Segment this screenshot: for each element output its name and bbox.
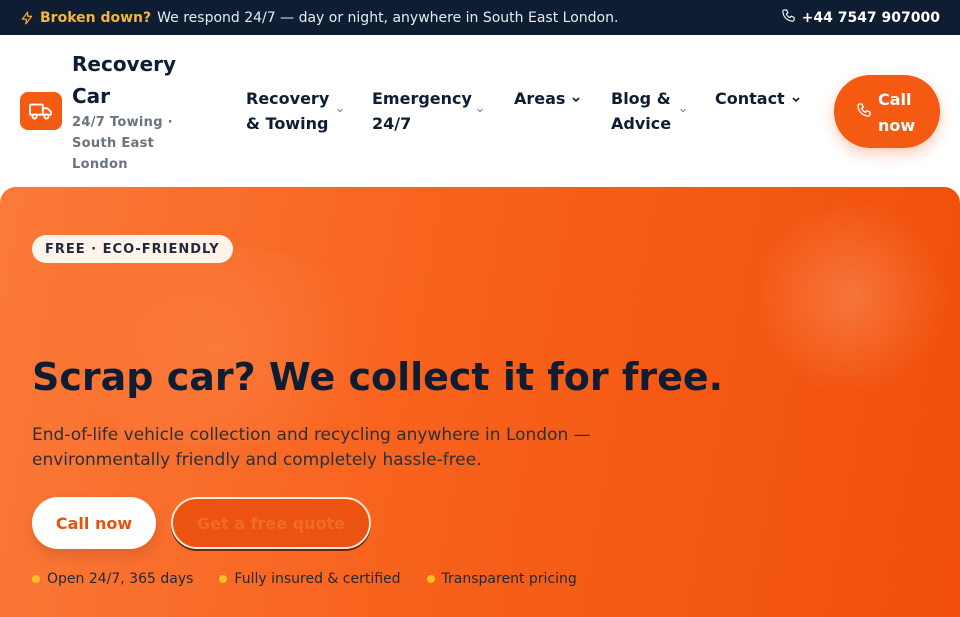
get-free-quote-button[interactable]: Get a free quote xyxy=(171,497,371,549)
brand-tagline: 24/7 Towing · South East London xyxy=(72,114,173,172)
header-call-label: Call now xyxy=(878,89,916,135)
feature-text: Fully insured & certified xyxy=(234,571,401,587)
phone-icon xyxy=(856,100,872,126)
hero-badge: FREE · ECO-FRIENDLY xyxy=(32,235,233,263)
dot-icon xyxy=(219,575,228,583)
dot-icon xyxy=(32,575,40,583)
hero-glow-decoration xyxy=(750,197,950,397)
feature-item: Fully insured & certified xyxy=(219,571,401,587)
topbar-message: Broken down? We respond 24/7 — day or ni… xyxy=(20,10,618,26)
nav-item-label: Areas xyxy=(514,89,566,108)
header-call-now-button[interactable]: Call now xyxy=(834,74,940,148)
chevron-down-icon xyxy=(336,106,346,116)
bolt-icon xyxy=(20,11,34,25)
chevron-down-icon xyxy=(476,106,486,116)
hero-subtitle: End-of-life vehicle collection and recyc… xyxy=(32,425,591,470)
nav-item-label: Recovery & Towing xyxy=(246,89,330,133)
hero-title: Scrap car? We collect it for free. xyxy=(32,355,724,399)
hero-section: FREE · ECO-FRIENDLY Scrap car? We collec… xyxy=(0,187,960,617)
nav-item-label: Contact xyxy=(715,89,785,108)
nav-item-emergency[interactable]: Emergency 24/7 xyxy=(372,86,514,136)
main-nav: Recovery & Towing Emergency 24/7 Areas B… xyxy=(246,86,815,136)
hero-features: Open 24/7, 365 days Fully insured & cert… xyxy=(32,571,577,587)
topbar-message-text: We respond 24/7 — day or night, anywhere… xyxy=(157,9,619,26)
nav-item-recovery-towing[interactable]: Recovery & Towing xyxy=(246,86,372,136)
chevron-down-icon xyxy=(791,94,801,104)
chevron-down-icon xyxy=(679,106,689,116)
topbar-phone-number: +44 7547 907000 xyxy=(801,9,940,26)
topbar-alert-text: Broken down? xyxy=(40,9,152,26)
dot-icon xyxy=(426,575,435,583)
brand-logo-link[interactable]: Recovery Car 24/7 Towing · South East Lo… xyxy=(20,48,220,175)
nav-item-contact[interactable]: Contact xyxy=(715,86,815,111)
hero-call-now-button[interactable]: Call now xyxy=(32,497,156,549)
feature-item: Transparent pricing xyxy=(426,571,577,587)
nav-item-blog-advice[interactable]: Blog & Advice xyxy=(611,86,715,136)
hero-glow-decoration xyxy=(40,247,400,447)
nav-item-areas[interactable]: Areas xyxy=(514,86,611,111)
feature-item: Open 24/7, 365 days xyxy=(32,571,193,587)
topbar-phone-link[interactable]: +44 7547 907000 xyxy=(781,8,940,27)
feature-text: Open 24/7, 365 days xyxy=(47,571,194,587)
top-bar: Broken down? We respond 24/7 — day or ni… xyxy=(0,0,960,35)
feature-text: Transparent pricing xyxy=(441,571,577,587)
truck-icon xyxy=(20,92,62,130)
brand-name: Recovery Car xyxy=(72,51,177,108)
nav-item-label: Emergency 24/7 xyxy=(372,89,472,133)
phone-icon xyxy=(781,8,796,27)
chevron-down-icon xyxy=(571,94,581,104)
brand-text: Recovery Car 24/7 Towing · South East Lo… xyxy=(72,48,192,175)
nav-item-label: Blog & Advice xyxy=(611,89,672,133)
site-header: Recovery Car 24/7 Towing · South East Lo… xyxy=(0,35,960,187)
